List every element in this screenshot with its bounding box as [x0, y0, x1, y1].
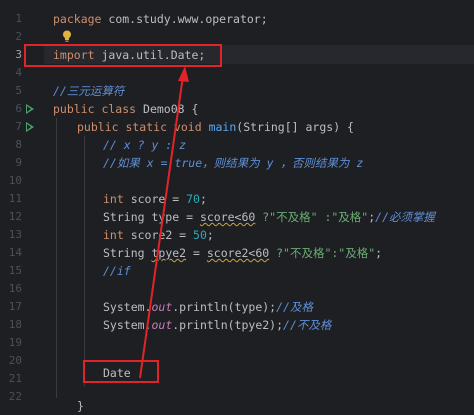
annotation-arrow	[139, 66, 189, 379]
code-editor[interactable]: 1 2 3 4 5 6 7 8 9 10 11 12 13 14 15 16 1…	[0, 0, 474, 413]
